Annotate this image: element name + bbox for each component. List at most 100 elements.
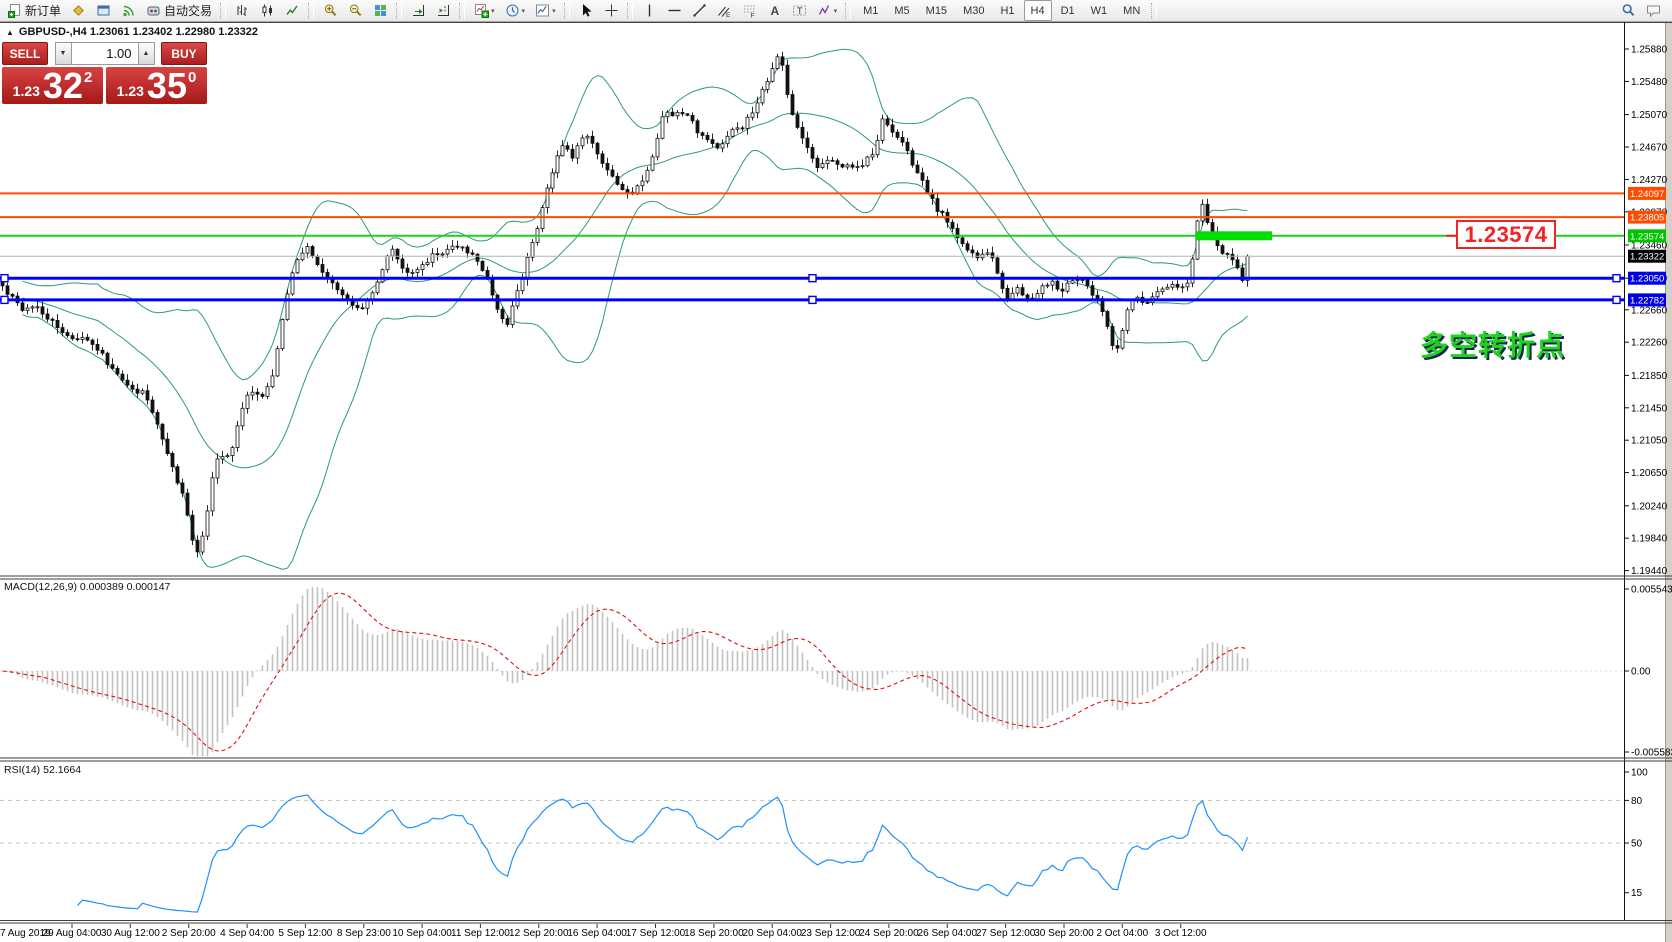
terminal-button[interactable] — [92, 0, 115, 21]
timeframe-d1-button[interactable]: D1 — [1054, 0, 1082, 21]
rsi-value: 52.1664 — [43, 764, 81, 776]
cursor-button[interactable] — [575, 0, 598, 21]
macd-name: MACD(12,26,9) — [4, 581, 77, 593]
metaeditor-button[interactable] — [67, 0, 90, 21]
one-click-trading-panel: SELL ▼ ▲ BUY 1.23 32 2 1.23 35 0 — [2, 42, 207, 104]
timeframe-h4-button[interactable]: H4 — [1024, 0, 1052, 21]
fibonacci-button[interactable]: F — [738, 0, 761, 21]
toolbar-separator — [845, 3, 851, 19]
macd-axis-label: 0.005543 — [1631, 585, 1672, 596]
volume-decrease-button[interactable]: ▼ — [55, 42, 72, 65]
line-handle[interactable] — [1, 296, 8, 303]
vline-icon — [642, 3, 657, 18]
crosshair-button[interactable] — [600, 0, 623, 21]
line-handle[interactable] — [1, 275, 8, 282]
toolbar-separator — [1151, 3, 1157, 19]
toolbar-separator — [396, 3, 402, 19]
chat-button[interactable] — [1642, 0, 1665, 21]
autotrading-icon — [146, 3, 161, 18]
line-handle[interactable] — [809, 275, 816, 282]
chart-collapse-icon[interactable]: ▲ — [6, 28, 14, 37]
candlestick-chart-button[interactable] — [256, 0, 279, 21]
templates-button-dropdown-icon[interactable]: ▾ — [552, 7, 556, 15]
zoom-in-icon — [323, 3, 338, 18]
buy-price-prefix: 1.23 — [117, 84, 144, 101]
time-axis-label: 10 Sep 04:00 — [392, 928, 452, 939]
trendline-button[interactable] — [688, 0, 711, 21]
rsi-axis-label: 15 — [1631, 888, 1643, 899]
indicators-button-dropdown-icon[interactable]: ▾ — [491, 7, 495, 15]
toolbar-separator — [564, 3, 570, 19]
indicators-button[interactable]: ▾ — [470, 0, 499, 21]
text-button[interactable]: A — [763, 0, 786, 21]
buy-button[interactable]: BUY — [161, 42, 207, 65]
search-button[interactable] — [1617, 0, 1640, 21]
macd-axis-label: 0.00 — [1631, 667, 1651, 678]
templates-button[interactable]: ▾ — [531, 0, 560, 21]
zoom-out-button[interactable] — [344, 0, 367, 21]
time-axis-label: 2 Sep 20:00 — [162, 928, 216, 939]
horizontal-line-button[interactable] — [663, 0, 686, 21]
timeframe-m5-button[interactable]: M5 — [887, 0, 916, 21]
periods-button-dropdown-icon[interactable]: ▾ — [522, 7, 526, 15]
vertical-line-button[interactable] — [638, 0, 661, 21]
sell-price-big: 32 — [43, 71, 83, 101]
new-order-button[interactable]: 新订单 — [3, 0, 65, 21]
channel-icon: E — [717, 3, 732, 18]
toolbar-separator — [308, 3, 314, 19]
bar-chart-button[interactable] — [231, 0, 254, 21]
signals-button[interactable] — [117, 0, 140, 21]
timeframe-m30-button[interactable]: M30 — [956, 0, 991, 21]
time-axis-label: 23 Sep 12:00 — [801, 928, 861, 939]
autotrading-button[interactable]: 自动交易 — [142, 0, 216, 21]
time-axis-label: 5 Sep 12:00 — [278, 928, 332, 939]
volume-input[interactable] — [72, 42, 138, 65]
line-handle[interactable] — [1613, 296, 1620, 303]
line-chart-button[interactable] — [281, 0, 304, 21]
price-tick-label: 1.25070 — [1631, 110, 1668, 121]
time-axis-label: 24 Sep 20:00 — [859, 928, 919, 939]
zoom-out-icon — [348, 3, 363, 18]
svg-text:E: E — [726, 12, 731, 18]
zoom-in-button[interactable] — [319, 0, 342, 21]
text-icon: A — [767, 3, 782, 18]
price-callout[interactable]: 1.23574 — [1456, 220, 1556, 249]
sell-price-box[interactable]: 1.23 32 2 — [2, 67, 103, 104]
timeframe-m1-button[interactable]: M1 — [856, 0, 885, 21]
periods-button[interactable]: ▾ — [501, 0, 530, 21]
time-axis-label: 2 Oct 04:00 — [1096, 928, 1148, 939]
buy-price-box[interactable]: 1.23 35 0 — [106, 67, 207, 104]
time-axis-label: 12 Sep 20:00 — [509, 928, 569, 939]
text-label-button[interactable]: T — [788, 0, 811, 21]
shapes-button[interactable]: ▾ — [813, 0, 842, 21]
timeframe-w1-button[interactable]: W1 — [1084, 0, 1115, 21]
price-tick-label: 1.21850 — [1631, 371, 1668, 382]
price-tick-label: 1.22260 — [1631, 338, 1668, 349]
terminal-icon — [96, 3, 111, 18]
svg-text:F: F — [750, 13, 754, 19]
timeframe-mn-button[interactable]: MN — [1116, 0, 1147, 21]
new-order-icon — [7, 3, 22, 18]
price-tick-label: 1.24670 — [1631, 143, 1668, 154]
bid-price-badge-text: 1.23322 — [1630, 252, 1664, 263]
candles-icon — [260, 3, 275, 18]
rsi-name: RSI(14) — [4, 764, 40, 776]
sell-button[interactable]: SELL — [2, 42, 48, 65]
search-icon — [1621, 3, 1636, 18]
channel-button[interactable]: E — [713, 0, 736, 21]
tile-windows-button[interactable] — [369, 0, 392, 21]
price-tick-label: 1.19440 — [1631, 566, 1668, 577]
window-edge-strip — [1666, 22, 1672, 942]
line-handle[interactable] — [1613, 275, 1620, 282]
highlight-segment[interactable] — [1196, 231, 1272, 240]
timeframe-h1-button[interactable]: H1 — [993, 0, 1021, 21]
chart-canvas[interactable]: 1.258801.254801.250701.246701.242701.238… — [0, 0, 1672, 942]
price-tick-label: 1.24270 — [1631, 175, 1668, 186]
timeframe-m15-button[interactable]: M15 — [919, 0, 954, 21]
shapes-button-dropdown-icon[interactable]: ▾ — [834, 7, 838, 15]
price-tick-label: 1.22660 — [1631, 305, 1668, 316]
chart-shift-button[interactable] — [432, 0, 455, 21]
auto-scroll-button[interactable] — [407, 0, 430, 21]
line-handle[interactable] — [809, 296, 816, 303]
volume-increase-button[interactable]: ▲ — [138, 42, 155, 65]
